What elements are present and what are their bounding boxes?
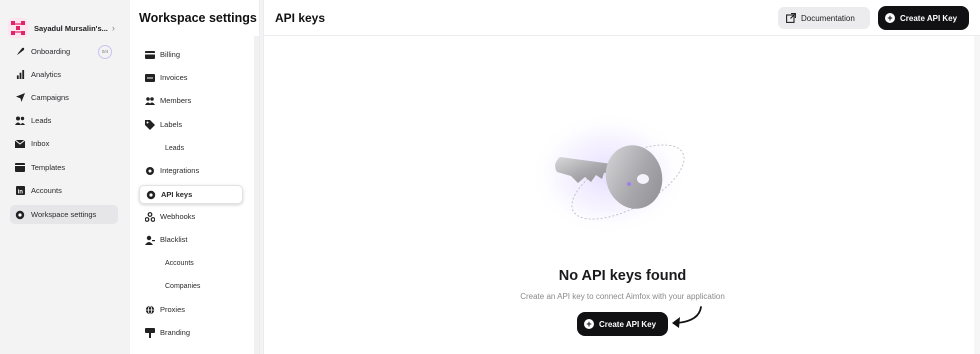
nav-item-label: Workspace settings [31, 210, 97, 219]
main-scrollbar[interactable] [974, 36, 980, 354]
settings-subitem-accounts[interactable]: Accounts [165, 255, 245, 271]
block-user-icon [145, 235, 155, 245]
nav-item-label: Inbox [31, 139, 50, 148]
brush-icon [145, 327, 155, 338]
settings-item-label: Integrations [160, 166, 200, 175]
settings-subitem-companies[interactable]: Companies [165, 278, 245, 294]
inbox-icon [15, 139, 25, 149]
pointing-arrow-icon [672, 306, 702, 328]
nav-item-analytics[interactable]: Analytics [10, 65, 118, 84]
key-illustration [529, 112, 689, 236]
chevron-right-icon: › [111, 23, 115, 33]
nav-item-label: Campaigns [31, 93, 69, 102]
settings-subitem-label: Accounts [165, 259, 194, 267]
settings-item-label: Proxies [160, 305, 186, 314]
create-api-key-label: Create API Key [900, 13, 958, 23]
nav-item-accounts[interactable]: in Accounts [10, 181, 118, 200]
plus-icon: + [584, 319, 594, 329]
nav-item-label: Onboarding [31, 47, 71, 56]
documentation-label: Documentation [801, 13, 855, 23]
webhook-icon [145, 211, 155, 222]
linkedin-icon: in [15, 186, 25, 196]
plug-icon [145, 166, 155, 176]
members-icon [145, 96, 155, 106]
settings-item-integrations[interactable]: Integrations [139, 161, 243, 180]
svg-text:in: in [17, 189, 23, 195]
settings-item-invoices[interactable]: Invoices [139, 68, 243, 87]
plus-icon: + [885, 13, 895, 23]
gear-icon [15, 210, 25, 220]
workspace-name: Sayadul Mursalin's... [34, 23, 108, 33]
main-panel: API keys Documentation + Create API Key [263, 0, 980, 354]
settings-item-labels[interactable]: Labels [139, 115, 243, 134]
settings-item-label: Blacklist [160, 235, 188, 244]
rocket-icon [15, 47, 25, 57]
settings-subitem-leads[interactable]: Leads [165, 140, 245, 156]
settings-item-branding[interactable]: Branding [139, 323, 243, 342]
external-link-icon [786, 13, 796, 23]
settings-item-label: API keys [161, 190, 193, 199]
settings-item-proxies[interactable]: Proxies [139, 300, 243, 319]
settings-item-members[interactable]: Members [139, 91, 243, 110]
settings-item-label: Branding [160, 328, 191, 337]
nav-item-workspace-settings[interactable]: Workspace settings [10, 205, 118, 224]
page-header: API keys Documentation + Create API Key [264, 0, 980, 36]
main-nav: Sayadul Mursalin's... › Onboarding 0/4 A… [0, 0, 128, 354]
nav-item-campaigns[interactable]: Campaigns [10, 88, 118, 107]
settings-title: Workspace settings [139, 11, 257, 25]
nav-item-label: Accounts [31, 186, 62, 195]
users-icon [15, 116, 25, 126]
documentation-button[interactable]: Documentation [778, 7, 870, 29]
settings-item-webhooks[interactable]: Webhooks [139, 207, 243, 226]
template-icon [15, 163, 25, 173]
send-icon [15, 93, 25, 103]
empty-state-subtitle: Create an API key to connect Aimfox with… [520, 292, 725, 301]
create-api-key-button[interactable]: + Create API Key [878, 6, 969, 30]
nav-item-templates[interactable]: Templates [10, 158, 118, 177]
bar-chart-icon [15, 70, 25, 80]
settings-item-blacklist[interactable]: Blacklist [139, 230, 243, 249]
empty-state-title: No API keys found [558, 268, 687, 284]
settings-item-label: Webhooks [160, 212, 196, 221]
invoice-icon [145, 73, 155, 83]
create-api-key-empty-button[interactable]: + Create API Key [577, 312, 668, 336]
globe-icon [145, 304, 155, 315]
card-icon [145, 50, 155, 60]
nav-item-inbox[interactable]: Inbox [10, 134, 118, 153]
settings-item-api-keys[interactable]: API keys [139, 185, 243, 204]
settings-item-label: Members [160, 96, 192, 105]
settings-sidebar: Workspace settings Billing Invoices Memb… [130, 0, 281, 354]
settings-item-label: Billing [160, 50, 181, 59]
settings-scrollbar[interactable] [254, 36, 259, 354]
settings-item-label: Invoices [160, 73, 188, 82]
settings-subitem-label: Leads [165, 144, 185, 152]
nav-item-label: Templates [31, 163, 66, 172]
settings-subitem-label: Companies [165, 282, 201, 290]
onboarding-progress-badge: 0/4 [98, 44, 112, 59]
workspace-switcher[interactable]: Sayadul Mursalin's... › [8, 14, 120, 42]
settings-item-billing[interactable]: Billing [139, 45, 243, 64]
nav-item-label: Leads [31, 116, 52, 125]
gear-icon [146, 190, 156, 200]
create-api-key-empty-label: Create API Key [599, 319, 657, 329]
tag-icon [145, 119, 155, 130]
workspace-logo [8, 18, 28, 38]
settings-item-label: Labels [160, 120, 183, 129]
page-title: API keys [275, 11, 326, 25]
nav-item-onboarding[interactable]: Onboarding 0/4 [10, 42, 118, 61]
nav-item-leads[interactable]: Leads [10, 111, 118, 130]
nav-item-label: Analytics [31, 70, 62, 79]
